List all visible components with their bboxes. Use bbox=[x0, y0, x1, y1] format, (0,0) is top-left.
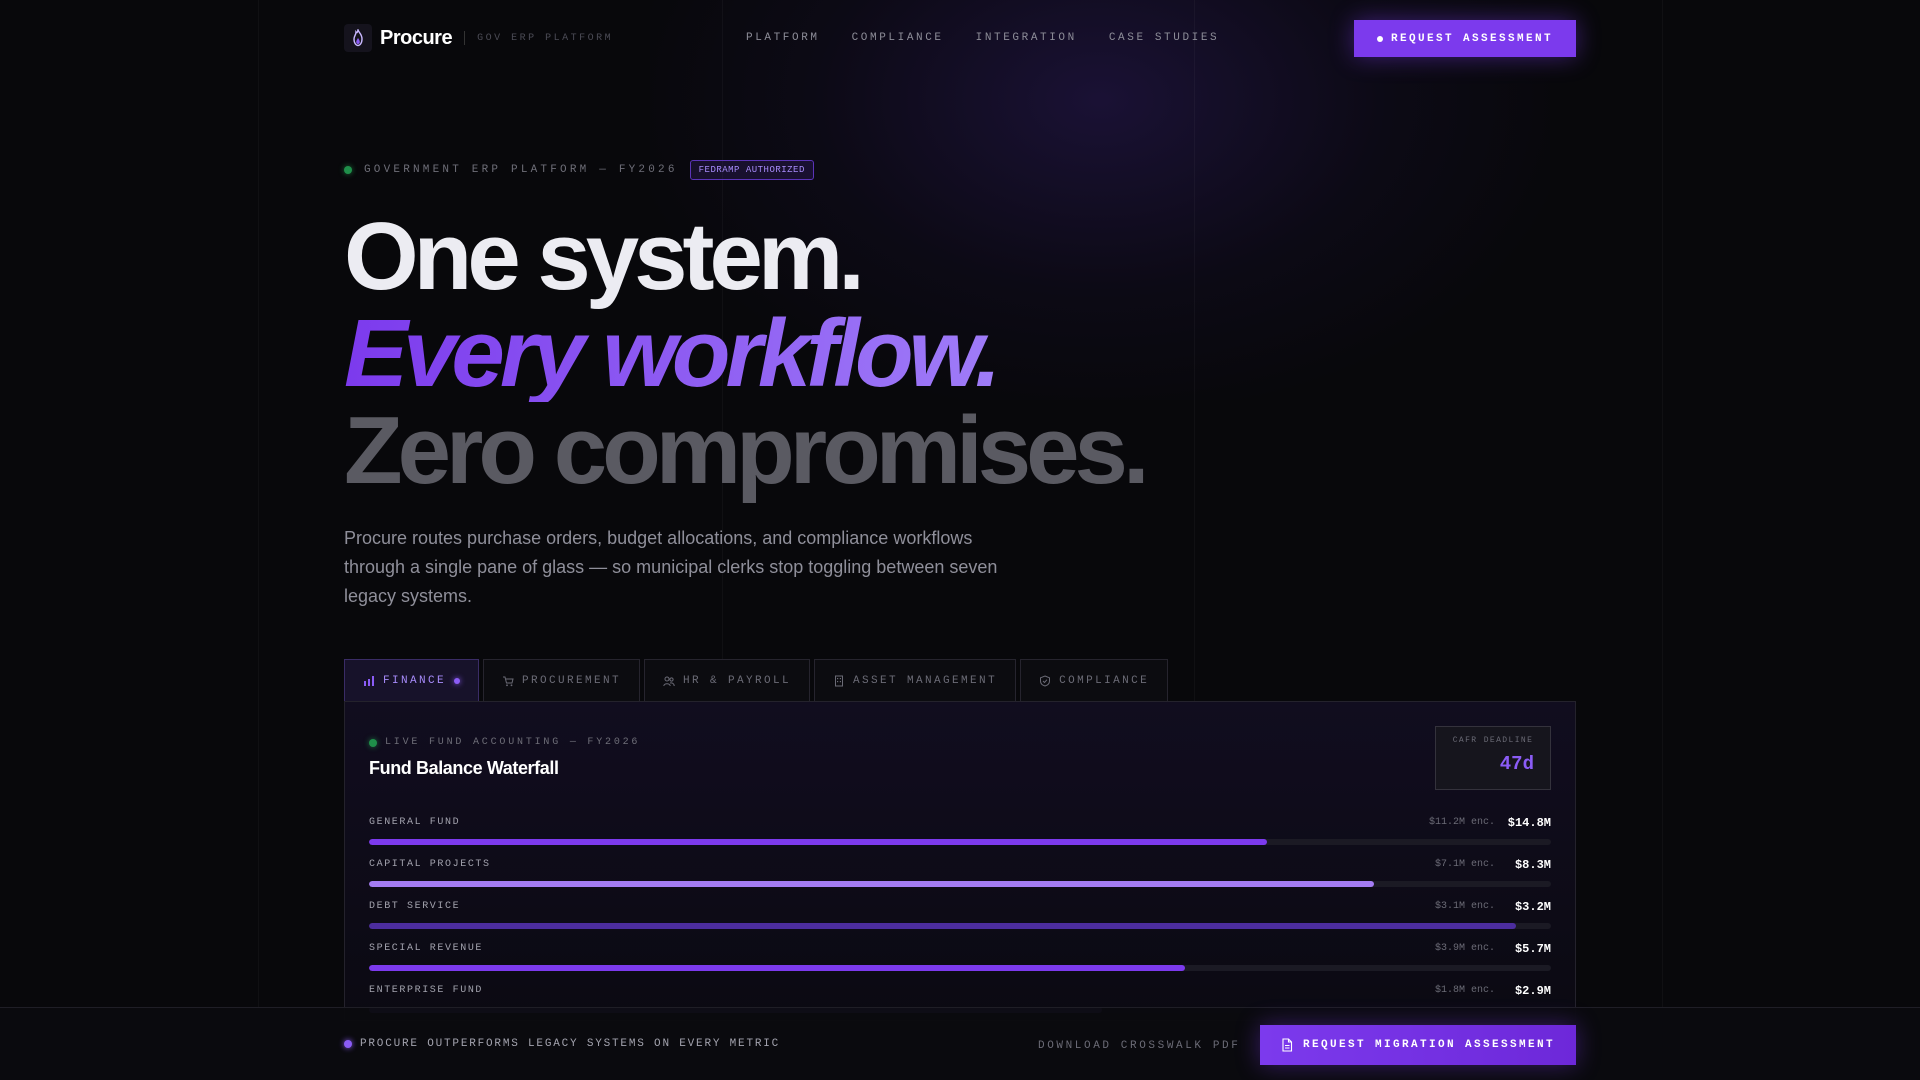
nav-link-case-studies[interactable]: CASE STUDIES bbox=[1109, 32, 1219, 44]
eyebrow-text: GOVERNMENT ERP PLATFORM — FY2026 bbox=[364, 164, 678, 176]
tab-procurement[interactable]: PROCUREMENT bbox=[483, 659, 641, 701]
fund-total: $2.9M bbox=[1514, 984, 1551, 998]
fund-bar-track bbox=[369, 881, 1551, 887]
tab-label: COMPLIANCE bbox=[1059, 674, 1150, 687]
fund-total: $14.8M bbox=[1507, 816, 1551, 830]
fund-name: CAPITAL PROJECTS bbox=[369, 859, 491, 870]
fund-bar-fill bbox=[369, 923, 1516, 929]
deadline-label: CAFR DEADLINE bbox=[1452, 736, 1534, 745]
document-icon bbox=[1282, 1038, 1293, 1052]
fund-encumbered: $3.1M enc. bbox=[1434, 901, 1495, 912]
status-dot-icon bbox=[344, 166, 352, 174]
nav-link-compliance[interactable]: COMPLIANCE bbox=[852, 32, 944, 44]
nav-link-platform[interactable]: PLATFORM bbox=[746, 32, 820, 44]
fund-encumbered: $7.1M enc. bbox=[1434, 859, 1495, 870]
top-nav: Procure GOV ERP PLATFORM PLATFORM COMPLI… bbox=[344, 20, 1576, 57]
request-migration-label: REQUEST MIGRATION ASSESSMENT bbox=[1302, 1039, 1556, 1051]
fund-row: GENERAL FUND $11.2M enc. $14.8M bbox=[369, 815, 1551, 857]
request-assessment-button[interactable]: REQUEST ASSESSMENT bbox=[1354, 20, 1576, 57]
headline-line-3: Zero compromises. bbox=[344, 397, 1150, 504]
request-assessment-label: REQUEST ASSESSMENT bbox=[1390, 32, 1554, 45]
bar-chart-icon bbox=[364, 675, 374, 686]
hero-eyebrow: GOVERNMENT ERP PLATFORM — FY2026 FEDRAMP… bbox=[344, 160, 814, 180]
tab-label: PROCUREMENT bbox=[522, 674, 622, 687]
divider bbox=[464, 31, 466, 45]
tab-hr-payroll[interactable]: HR & PAYROLL bbox=[644, 659, 811, 701]
footer-message: PROCURE OUTPERFORMS LEGACY SYSTEMS ON EV… bbox=[344, 1038, 780, 1050]
tab-label: ASSET MANAGEMENT bbox=[853, 674, 998, 687]
grid-line bbox=[1662, 0, 1663, 1080]
sticky-footer-bar: PROCURE OUTPERFORMS LEGACY SYSTEMS ON EV… bbox=[0, 1007, 1920, 1080]
cart-icon bbox=[503, 676, 514, 686]
fund-list: GENERAL FUND $11.2M enc. $14.8M CAPITAL PRO… bbox=[369, 815, 1551, 1025]
download-crosswalk-link[interactable]: DOWNLOAD CROSSWALK PDF bbox=[1038, 1040, 1240, 1052]
request-migration-button[interactable]: REQUEST MIGRATION ASSESSMENT bbox=[1260, 1025, 1576, 1065]
brand-subtitle: GOV ERP PLATFORM bbox=[477, 32, 614, 44]
panel-eyebrow: LIVE FUND ACCOUNTING — FY2026 bbox=[369, 737, 640, 748]
cafr-deadline-card: CAFR DEADLINE 47d bbox=[1435, 726, 1551, 790]
fund-total: $3.2M bbox=[1514, 900, 1551, 914]
footer-message-text: PROCURE OUTPERFORMS LEGACY SYSTEMS ON EV… bbox=[360, 1038, 781, 1050]
fund-name: DEBT SERVICE bbox=[369, 901, 461, 912]
fund-total: $5.7M bbox=[1514, 942, 1551, 956]
logo[interactable] bbox=[344, 24, 372, 52]
fund-bar-fill bbox=[369, 881, 1374, 887]
tab-finance[interactable]: FINANCE bbox=[344, 659, 480, 701]
tab-asset-management[interactable]: ASSET MANAGEMENT bbox=[814, 659, 1017, 701]
live-dot-icon bbox=[369, 738, 377, 747]
nav-link-integration[interactable]: INTEGRATION bbox=[976, 32, 1077, 44]
nav-links: PLATFORM COMPLIANCE INTEGRATION CASE STU… bbox=[746, 32, 1219, 44]
finance-panel: LIVE FUND ACCOUNTING — FY2026 Fund Balan… bbox=[344, 701, 1576, 1021]
people-icon bbox=[663, 676, 675, 686]
dot-icon bbox=[344, 1040, 352, 1048]
fund-bar-track bbox=[369, 839, 1551, 845]
fedramp-badge: FEDRAMP AUTHORIZED bbox=[689, 160, 814, 180]
brand-name: Procure bbox=[380, 26, 453, 49]
building-icon bbox=[835, 675, 844, 686]
deadline-value: 47d bbox=[1499, 753, 1534, 775]
module-tabs: FINANCE PROCUREMENT HR & PAYROLL ASSET M… bbox=[344, 659, 1169, 701]
dot-icon bbox=[1376, 35, 1383, 42]
fund-row: DEBT SERVICE $3.1M enc. $3.2M bbox=[369, 899, 1551, 941]
grid-line bbox=[258, 0, 259, 1080]
panel-title: Fund Balance Waterfall bbox=[369, 758, 559, 778]
fund-encumbered: $1.8M enc. bbox=[1434, 985, 1495, 996]
fund-encumbered: $11.2M enc. bbox=[1428, 817, 1495, 828]
hero-headline: One system. Every workflow. Zero comprom… bbox=[344, 203, 1150, 504]
panel-eyebrow-text: LIVE FUND ACCOUNTING — FY2026 bbox=[385, 737, 641, 748]
tab-label: FINANCE bbox=[383, 674, 447, 687]
fund-encumbered: $3.9M enc. bbox=[1434, 943, 1495, 954]
fund-name: ENTERPRISE FUND bbox=[369, 985, 484, 996]
flame-logo-icon bbox=[353, 29, 363, 47]
fund-bar-track bbox=[369, 965, 1551, 971]
headline-line-1: One system. bbox=[344, 203, 865, 310]
headline-line-2: Every workflow. bbox=[344, 305, 1145, 402]
fund-name: GENERAL FUND bbox=[369, 817, 461, 828]
fund-bar-fill bbox=[369, 839, 1268, 845]
fund-row: CAPITAL PROJECTS $7.1M enc. $8.3M bbox=[369, 857, 1551, 899]
tab-label: HR & PAYROLL bbox=[683, 674, 792, 687]
fund-bar-fill bbox=[369, 965, 1185, 971]
fund-name: SPECIAL REVENUE bbox=[369, 943, 484, 954]
hero-description: Procure routes purchase orders, budget a… bbox=[344, 528, 998, 606]
shield-icon bbox=[1040, 674, 1051, 687]
fund-bar-track bbox=[369, 923, 1551, 929]
fund-row: SPECIAL REVENUE $3.9M enc. $5.7M bbox=[369, 941, 1551, 983]
active-indicator-icon bbox=[454, 677, 461, 684]
tab-compliance[interactable]: COMPLIANCE bbox=[1020, 659, 1169, 701]
fund-total: $8.3M bbox=[1514, 858, 1551, 872]
